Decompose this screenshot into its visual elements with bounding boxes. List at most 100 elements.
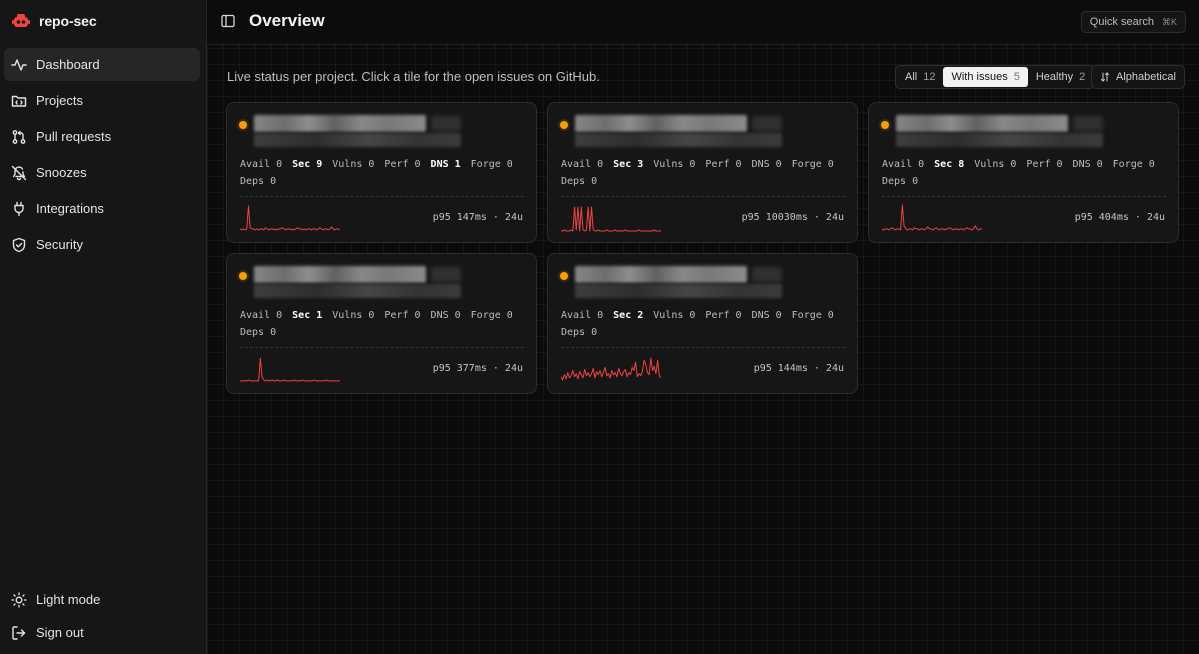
- metric-sec: Sec 2: [613, 310, 644, 321]
- sidebar-footer: Light mode Sign out: [4, 583, 200, 649]
- metric-avail: Avail 0: [240, 310, 283, 321]
- project-metrics: Avail 0 Sec 8 Vulns 0 Perf 0 DNS 0 Forge 0 Dep…: [882, 156, 1172, 190]
- sidebar-item-integrations[interactable]: Integrations: [4, 192, 200, 225]
- metric-dns: DNS 0: [1072, 159, 1103, 170]
- sidebar-item-dashboard[interactable]: Dashboard: [4, 48, 200, 81]
- sidebar-item-label: Integrations: [36, 201, 104, 216]
- project-card[interactable]: Avail 0 Sec 1 Vulns 0 Perf 0 DNS 0 Forge 0 Dep…: [226, 253, 537, 394]
- folder-code-icon: [11, 93, 27, 109]
- metric-deps: Deps 0: [240, 176, 277, 187]
- redacted-project-tag: [752, 267, 782, 282]
- filter-healthy[interactable]: Healthy 2: [1028, 67, 1093, 87]
- filter-count: 12: [923, 71, 936, 83]
- metric-deps: Deps 0: [882, 176, 919, 187]
- status-dot: [239, 121, 247, 129]
- redacted-project-repo: [896, 133, 1103, 147]
- top-bar: Overview Quick search ⌘K: [207, 0, 1199, 45]
- latency-sparkline: [240, 205, 340, 231]
- metric-vulns: Vulns 0: [332, 159, 375, 170]
- quick-search-label: Quick search: [1089, 16, 1154, 28]
- metric-forge: Forge 0: [791, 310, 834, 321]
- sparkline-path: [561, 357, 661, 381]
- latency-sparkline: [561, 357, 661, 381]
- p95-latency: p95 10030ms · 24u: [741, 212, 844, 223]
- page-title: Overview: [249, 11, 325, 30]
- filter-with-issues[interactable]: With issues 5: [943, 67, 1028, 87]
- metric-perf: Perf 0: [705, 159, 742, 170]
- git-pull-request-icon: [11, 129, 27, 145]
- sidebar-item-label: Projects: [36, 93, 83, 108]
- sparkline-path: [882, 204, 982, 231]
- sun-icon: [11, 591, 27, 608]
- p95-latency: p95 147ms · 24u: [432, 212, 523, 223]
- sidebar-item-label: Dashboard: [36, 57, 100, 72]
- metric-vulns: Vulns 0: [653, 310, 696, 321]
- project-card[interactable]: Avail 0 Sec 3 Vulns 0 Perf 0 DNS 0 Forge 0 Dep…: [547, 102, 858, 243]
- sidebar-item-security[interactable]: Security: [4, 228, 200, 261]
- filter-all[interactable]: All 12: [897, 67, 943, 87]
- project-card[interactable]: Avail 0 Sec 2 Vulns 0 Perf 0 DNS 0 Forge 0 Dep…: [547, 253, 858, 394]
- sort-button[interactable]: Alphabetical: [1091, 65, 1185, 89]
- robot-logo-icon: [12, 13, 30, 29]
- brand[interactable]: repo-sec: [12, 11, 97, 31]
- status-dot: [239, 272, 247, 280]
- metric-sec: Sec 9: [292, 159, 323, 170]
- project-card[interactable]: Avail 0 Sec 8 Vulns 0 Perf 0 DNS 0 Forge 0 Dep…: [868, 102, 1179, 243]
- redacted-project-tag: [752, 116, 782, 131]
- filter-label: Healthy: [1035, 71, 1074, 83]
- metric-perf: Perf 0: [1026, 159, 1063, 170]
- metric-vulns: Vulns 0: [653, 159, 696, 170]
- quick-search-button[interactable]: Quick search ⌘K: [1080, 11, 1186, 33]
- metric-deps: Deps 0: [240, 327, 277, 338]
- card-divider: [240, 196, 524, 197]
- metric-forge: Forge 0: [1112, 159, 1155, 170]
- redacted-project-repo: [575, 133, 782, 147]
- redacted-project-tag: [1073, 116, 1103, 131]
- metric-deps: Deps 0: [561, 176, 598, 187]
- metric-sec: Sec 3: [613, 159, 644, 170]
- card-divider: [882, 196, 1166, 197]
- metric-forge: Forge 0: [470, 159, 513, 170]
- p95-latency: p95 404ms · 24u: [1074, 212, 1165, 223]
- sidebar-item-projects[interactable]: Projects: [4, 84, 200, 117]
- app-name: repo-sec: [39, 13, 97, 29]
- filter-count: 2: [1079, 71, 1086, 83]
- sidebar-item-pull-requests[interactable]: Pull requests: [4, 120, 200, 153]
- sparkline-path: [240, 357, 340, 382]
- latency-sparkline: [882, 204, 982, 231]
- sort-arrows-icon: [1100, 72, 1110, 82]
- metric-vulns: Vulns 0: [332, 310, 375, 321]
- main-content: Overview Quick search ⌘K Live status per…: [207, 0, 1199, 654]
- light-mode-toggle[interactable]: Light mode: [4, 583, 200, 616]
- card-divider: [240, 347, 524, 348]
- metric-forge: Forge 0: [470, 310, 513, 321]
- redacted-project-name: [575, 266, 747, 283]
- sidebar-item-label: Pull requests: [36, 129, 112, 144]
- sidebar-item-snoozes[interactable]: Snoozes: [4, 156, 200, 189]
- metric-forge: Forge 0: [791, 159, 834, 170]
- redacted-project-name: [254, 266, 426, 283]
- sidebar: repo-sec Dashboard Projects Pull request…: [0, 0, 207, 654]
- latency-sparkline: [561, 206, 661, 232]
- metric-sec: Sec 1: [292, 310, 323, 321]
- filter-label: All: [905, 71, 918, 83]
- page-subtitle: Live status per project. Click a tile fo…: [227, 69, 600, 84]
- sidebar-item-label: Security: [36, 237, 83, 252]
- filter-label: With issues: [951, 71, 1008, 83]
- project-metrics: Avail 0 Sec 3 Vulns 0 Perf 0 DNS 0 Forge 0 Dep…: [561, 156, 851, 190]
- shield-check-icon: [11, 237, 27, 253]
- redacted-project-name: [575, 115, 747, 132]
- metric-avail: Avail 0: [561, 310, 604, 321]
- shortcut-hint: ⌘K: [1161, 16, 1177, 27]
- metric-avail: Avail 0: [561, 159, 604, 170]
- sign-out-button[interactable]: Sign out: [4, 616, 200, 649]
- redacted-project-name: [896, 115, 1068, 132]
- sidebar-toggle-icon[interactable]: [220, 13, 236, 29]
- metric-sec: Sec 8: [934, 159, 965, 170]
- metric-vulns: Vulns 0: [974, 159, 1017, 170]
- card-divider: [561, 196, 845, 197]
- status-dot: [560, 272, 568, 280]
- activity-icon: [11, 57, 27, 73]
- metric-dns: DNS 0: [751, 159, 782, 170]
- project-card[interactable]: Avail 0 Sec 9 Vulns 0 Perf 0 DNS 1 Forge 0 Dep…: [226, 102, 537, 243]
